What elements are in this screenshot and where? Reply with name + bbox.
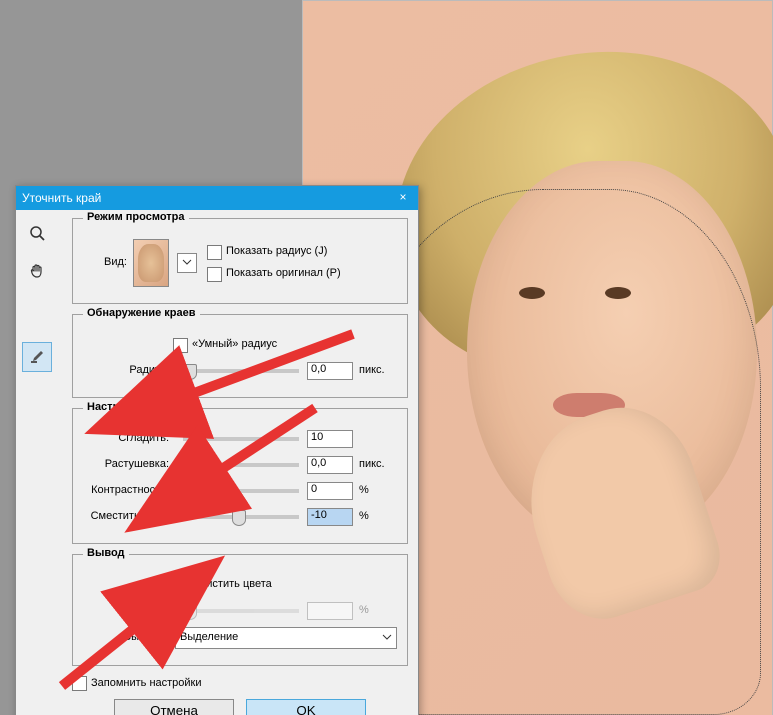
contrast-unit: % xyxy=(353,484,397,497)
output-select[interactable]: Выделение xyxy=(175,627,397,649)
hand-icon xyxy=(28,262,46,280)
contrast-slider[interactable] xyxy=(183,489,299,493)
decontaminate-label: Очистить цвета xyxy=(192,578,272,591)
shift-slider[interactable] xyxy=(183,515,299,519)
remember-checkbox[interactable] xyxy=(72,676,87,691)
show-radius-label: Показать радиус (J) xyxy=(226,245,327,258)
edge-adjust-title: Настройка края xyxy=(83,401,176,414)
output-to-label: Вывод в: xyxy=(83,631,175,644)
effect-label: Эффект: xyxy=(83,604,175,617)
view-label: Вид: xyxy=(83,256,133,269)
workspace: Уточнить край × Режим просмотра xyxy=(0,0,773,715)
hand-tool[interactable] xyxy=(22,256,52,286)
smart-radius-checkbox[interactable] xyxy=(173,338,188,353)
dialog-titlebar[interactable]: Уточнить край × xyxy=(16,186,418,210)
output-group: Вывод Очистить цвета Эффект: % Вывод в: … xyxy=(72,554,408,666)
feather-unit: пикс. xyxy=(353,458,397,471)
radius-input[interactable]: 0,0 xyxy=(307,362,353,380)
remember-label: Запомнить настройки xyxy=(91,677,202,690)
feather-slider[interactable] xyxy=(183,463,299,467)
view-dropdown[interactable] xyxy=(177,253,197,273)
view-mode-title: Режим просмотра xyxy=(83,211,189,224)
contrast-label: Контрастность: xyxy=(83,484,175,497)
refine-brush-tool[interactable] xyxy=(22,342,52,372)
edge-detection-title: Обнаружение краев xyxy=(83,307,200,320)
show-radius-checkbox[interactable] xyxy=(207,245,222,260)
edge-detection-group: Обнаружение краев «Умный» радиус Радиус:… xyxy=(72,314,408,398)
shift-unit: % xyxy=(353,510,397,523)
zoom-tool[interactable] xyxy=(22,218,52,248)
ok-button[interactable]: OK xyxy=(246,699,366,715)
show-original-label: Показать оригинал (P) xyxy=(226,267,341,280)
smart-radius-label: «Умный» радиус xyxy=(192,338,277,351)
output-select-value: Выделение xyxy=(180,631,238,644)
cancel-button[interactable]: Отмена xyxy=(114,699,234,715)
chevron-down-icon xyxy=(182,258,192,268)
feather-label: Растушевка: xyxy=(83,458,175,471)
brush-icon xyxy=(28,348,46,366)
radius-unit: пикс. xyxy=(353,364,397,377)
shift-input[interactable]: -10 xyxy=(307,508,353,526)
radius-slider[interactable] xyxy=(183,369,299,373)
smooth-slider[interactable] xyxy=(183,437,299,441)
edge-adjust-group: Настройка края Сгладить: 10 Растушевка: … xyxy=(72,408,408,544)
zoom-icon xyxy=(28,224,46,242)
selection-marquee xyxy=(365,189,761,715)
view-mode-group: Режим просмотра Вид: Показать радиус (J)… xyxy=(72,218,408,304)
contrast-input[interactable]: 0 xyxy=(307,482,353,500)
refine-edge-dialog: Уточнить край × Режим просмотра xyxy=(15,185,419,715)
chevron-down-icon xyxy=(382,633,392,643)
decontaminate-checkbox[interactable] xyxy=(173,578,188,593)
dialog-title: Уточнить край xyxy=(22,191,101,205)
show-original-checkbox[interactable] xyxy=(207,267,222,282)
effect-input xyxy=(307,602,353,620)
smooth-label: Сгладить: xyxy=(83,432,175,445)
effect-slider xyxy=(183,609,299,613)
feather-input[interactable]: 0,0 xyxy=(307,456,353,474)
effect-unit: % xyxy=(353,604,397,617)
radius-label: Радиус: xyxy=(83,364,175,377)
smooth-input[interactable]: 10 xyxy=(307,430,353,448)
view-thumbnail[interactable] xyxy=(133,239,169,287)
shift-label: Сместить край: xyxy=(83,510,175,523)
close-icon[interactable]: × xyxy=(394,189,412,207)
output-title: Вывод xyxy=(83,547,129,560)
